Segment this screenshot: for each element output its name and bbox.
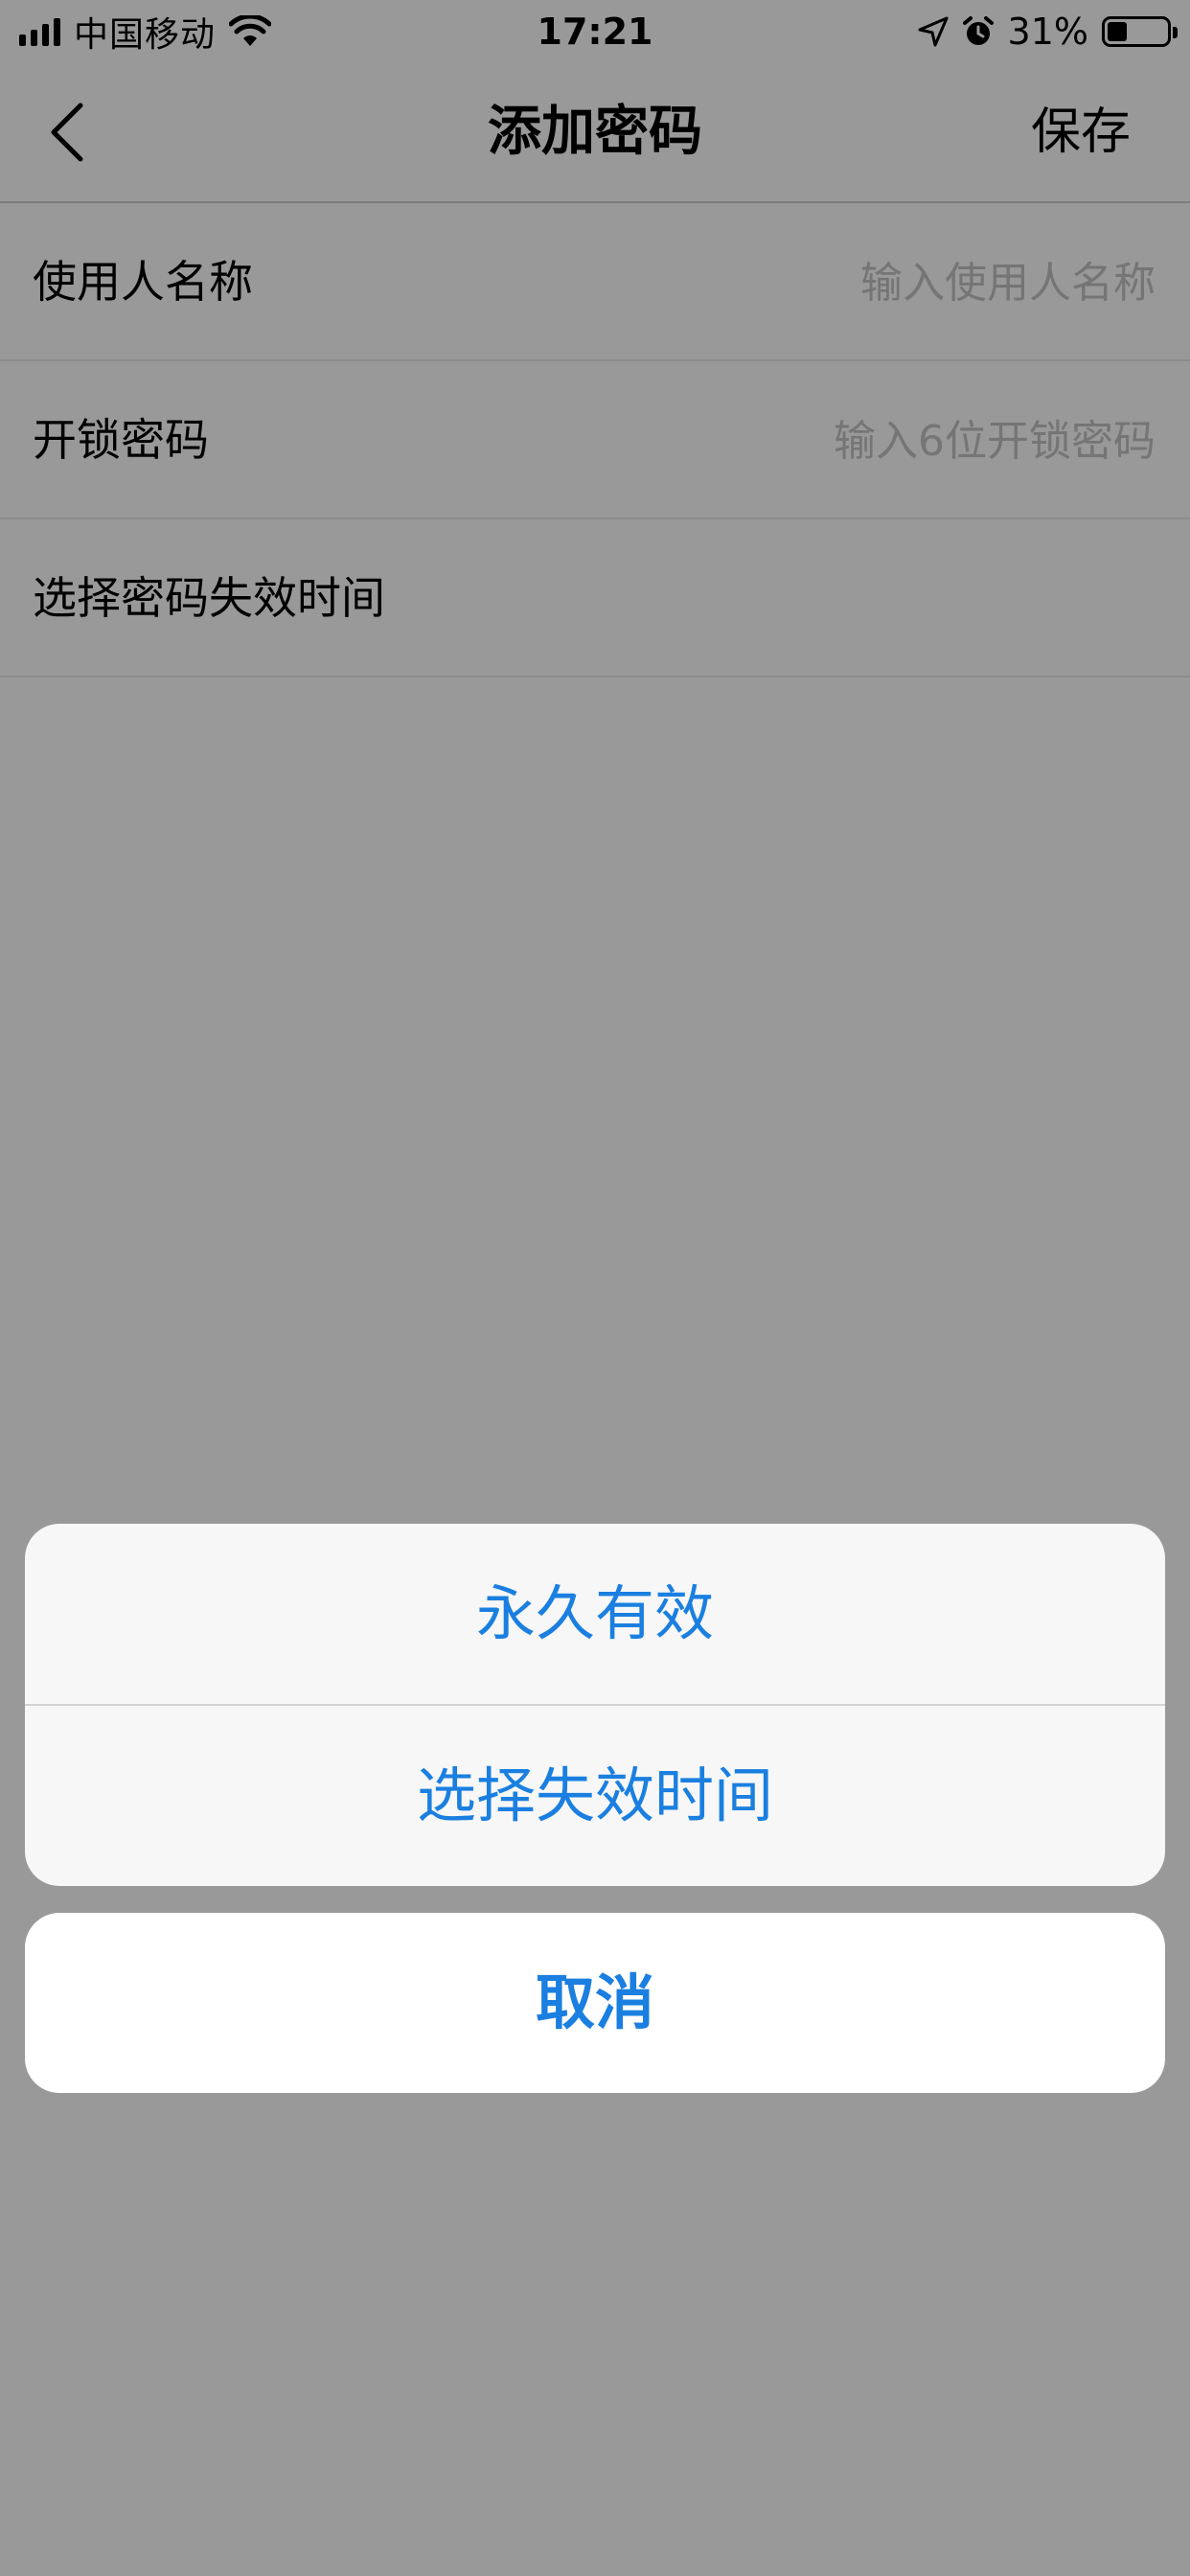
modal-overlay[interactable] [0,0,1190,2576]
cancel-button[interactable]: 取消 [25,1913,1165,2093]
option-select-expiry[interactable]: 选择失效时间 [25,1706,1165,1886]
option-permanent[interactable]: 永久有效 [25,1524,1165,1704]
action-sheet: 永久有效 选择失效时间 [25,1524,1165,1886]
